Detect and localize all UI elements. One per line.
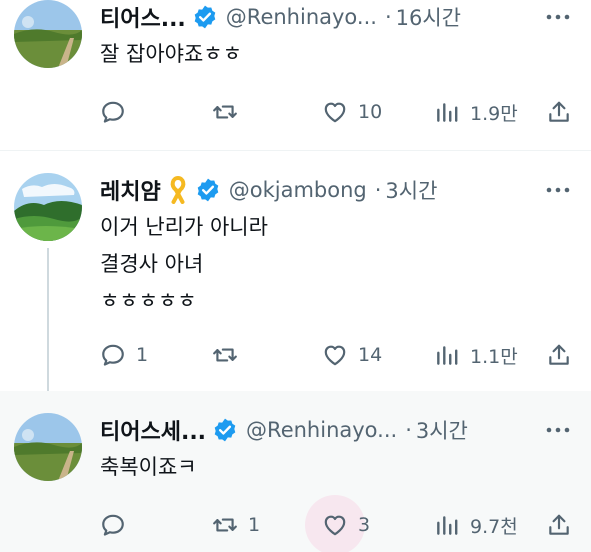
tweet-text: 이거 난리가 아니라 결경사 아녀 ㅎㅎㅎㅎㅎ <box>100 215 268 313</box>
like-button[interactable]: 10 <box>322 95 382 129</box>
verified-badge-icon <box>192 4 218 30</box>
retweet-icon <box>213 518 237 532</box>
share-button[interactable] <box>546 338 572 372</box>
tweet-text: 축복이죠ㅋ <box>100 455 197 479</box>
like-count: 10 <box>358 101 383 123</box>
user-handle[interactable]: @Renhinayo... <box>226 5 377 29</box>
bar-chart-icon <box>437 346 458 365</box>
reply-icon <box>102 101 124 123</box>
timestamp[interactable]: 3시간 <box>385 175 437 205</box>
like-count: 3 <box>358 514 371 536</box>
share-icon <box>549 514 569 535</box>
tweet-text: 잘 잡아야죠ㅎㅎ <box>100 42 242 66</box>
view-count: 9.7천 <box>470 515 518 538</box>
tweet-2[interactable]: 레치얌 @okjambong · 3시간 이거 난리가 아니라 결경사 아녀 ㅎ… <box>0 151 591 391</box>
views-button[interactable]: 1.1만 <box>434 338 518 372</box>
display-name[interactable]: 티어스... <box>100 1 186 33</box>
like-button[interactable]: 3 <box>322 508 370 542</box>
action-bar: 1 3 9.7천 <box>100 495 576 552</box>
share-icon <box>549 344 569 365</box>
timestamp[interactable]: 16시간 <box>396 2 461 32</box>
bar-chart-icon <box>437 516 458 535</box>
bar-chart-icon <box>437 103 458 122</box>
reply-icon <box>102 514 124 536</box>
retweet-icon <box>213 105 237 119</box>
retweet-button[interactable]: 1 <box>212 508 260 542</box>
separator-dot: · <box>384 5 392 29</box>
separator-dot: · <box>405 418 412 442</box>
reply-button[interactable] <box>100 95 136 129</box>
share-icon <box>549 101 569 122</box>
like-button[interactable]: 14 <box>322 338 382 372</box>
user-handle[interactable]: @okjambong <box>229 178 367 202</box>
reply-icon <box>102 344 124 366</box>
view-count: 1.9만 <box>470 102 518 125</box>
share-button[interactable] <box>546 508 572 542</box>
verified-badge-icon <box>212 417 238 443</box>
reply-button[interactable]: 1 <box>100 338 148 372</box>
retweet-count: 1 <box>248 514 261 536</box>
heart-icon <box>324 515 346 536</box>
action-bar: 1 14 1.1만 <box>100 338 576 372</box>
heart-icon <box>324 345 346 366</box>
retweet-button[interactable] <box>212 95 248 129</box>
separator-dot: · <box>374 178 382 202</box>
avatar[interactable] <box>14 0 82 68</box>
share-button[interactable] <box>546 95 572 129</box>
heart-icon <box>324 102 346 123</box>
retweet-button[interactable] <box>212 338 248 372</box>
user-handle[interactable]: @Renhinayo... <box>246 418 397 442</box>
views-button[interactable]: 9.7천 <box>434 508 518 542</box>
avatar[interactable] <box>14 173 82 241</box>
yellow-ribbon-icon <box>167 176 189 204</box>
view-count: 1.1만 <box>470 345 518 368</box>
views-button[interactable]: 1.9만 <box>434 95 518 129</box>
reply-button[interactable] <box>100 508 136 542</box>
more-options-icon[interactable] <box>543 419 573 441</box>
display-name[interactable]: 레치얌 <box>100 174 161 206</box>
display-name[interactable]: 티어스세... <box>100 414 206 446</box>
verified-badge-icon <box>195 177 221 203</box>
retweet-icon <box>213 348 237 362</box>
more-options-icon[interactable] <box>543 6 573 28</box>
tweet-3[interactable]: 티어스세... @Renhinayo... · 3시간 축복이죠ㅋ 1 3 9.… <box>0 391 591 552</box>
reply-count: 1 <box>136 344 149 366</box>
like-count: 14 <box>358 344 383 366</box>
avatar[interactable] <box>14 413 82 481</box>
action-bar: 10 1.9만 <box>100 95 576 129</box>
more-options-icon[interactable] <box>543 179 573 201</box>
tweet-1[interactable]: 티어스... @Renhinayo... · 16시간 잘 잡아야죠ㅎㅎ 10 … <box>0 0 591 150</box>
timestamp[interactable]: 3시간 <box>416 415 468 445</box>
